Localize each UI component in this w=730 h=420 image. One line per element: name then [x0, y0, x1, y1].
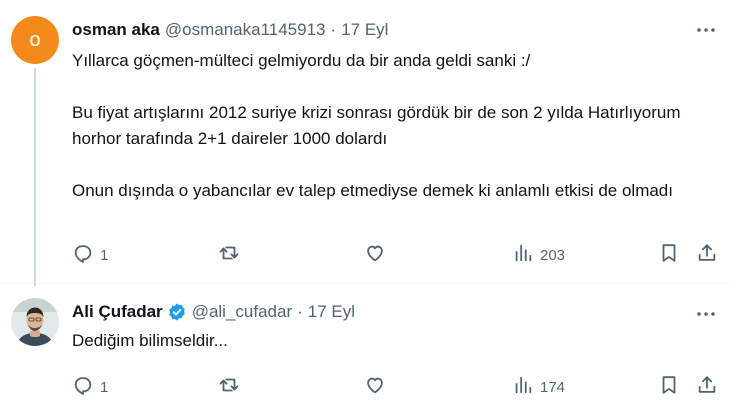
- views-icon: [512, 374, 534, 400]
- reply-button[interactable]: 1: [72, 243, 108, 267]
- tweet-header: Ali Çufadar @ali_cufadar · 17 Eyl: [72, 300, 680, 324]
- views-button[interactable]: 174: [512, 375, 565, 399]
- views-count: 203: [540, 246, 566, 264]
- tweet-header: osman aka @osmanaka1145913 · 17 Eyl: [72, 18, 680, 42]
- like-icon: [364, 374, 386, 400]
- separator: ·: [297, 302, 303, 321]
- like-button[interactable]: [364, 243, 386, 267]
- more-icon[interactable]: [694, 302, 718, 326]
- author-name[interactable]: Ali Çufadar: [72, 300, 163, 324]
- tweet-actions: 1 203: [72, 243, 718, 267]
- share-icon: [696, 374, 718, 400]
- verified-icon[interactable]: [167, 302, 187, 322]
- retweet-icon: [218, 374, 240, 400]
- tweet-paragraph: Onun dışında o yabancılar ev talep etmed…: [72, 181, 673, 200]
- share-button[interactable]: [696, 375, 718, 399]
- tweet-paragraph: Yıllarca göçmen-mülteci gelmiyordu da bi…: [72, 51, 531, 70]
- tweet-1[interactable]: o osman aka @osmanaka1145913 · 17 Eyl Yı…: [0, 0, 730, 286]
- retweet-icon: [218, 242, 240, 268]
- like-icon: [364, 242, 386, 268]
- bookmark-button[interactable]: [658, 243, 680, 267]
- reply-icon: [72, 374, 94, 400]
- bookmark-icon: [658, 242, 680, 268]
- reply-icon: [72, 242, 94, 268]
- views-count: 174: [540, 378, 566, 396]
- bookmark-button[interactable]: [658, 375, 680, 399]
- views-icon: [512, 242, 534, 268]
- author-name[interactable]: osman aka: [72, 18, 160, 42]
- thread-line: [34, 68, 36, 286]
- like-button[interactable]: [364, 375, 386, 399]
- separator: ·: [330, 20, 337, 39]
- bookmark-icon: [658, 374, 680, 400]
- tweet-date[interactable]: 17 Eyl: [308, 300, 355, 324]
- share-icon: [696, 242, 718, 268]
- author-handle[interactable]: @ali_cufadar: [192, 300, 292, 324]
- tweet-paragraph: Bu fiyat artışlarını 2012 suriye krizi s…: [72, 103, 681, 148]
- avatar-ali[interactable]: [11, 298, 59, 346]
- reply-count: 1: [100, 246, 109, 264]
- retweet-button[interactable]: [218, 375, 240, 399]
- retweet-button[interactable]: [218, 243, 240, 267]
- tweet-text: Dediğim bilimseldir...: [72, 328, 710, 354]
- tweet-date[interactable]: 17 Eyl: [341, 18, 388, 42]
- reply-count: 1: [100, 378, 109, 396]
- reply-button[interactable]: 1: [72, 375, 108, 399]
- views-button[interactable]: 203: [512, 243, 565, 267]
- tweet-paragraph: Dediğim bilimseldir...: [72, 331, 228, 350]
- avatar-osman[interactable]: o: [11, 16, 59, 64]
- author-handle[interactable]: @osmanaka1145913: [165, 18, 326, 42]
- tweet-text: Yıllarca göçmen-mülteci gelmiyordu da bi…: [72, 48, 710, 204]
- tweet-2[interactable]: Ali Çufadar @ali_cufadar · 17 Eyl Dediği…: [0, 284, 730, 420]
- tweet-actions: 1 174: [72, 375, 718, 399]
- share-button[interactable]: [696, 243, 718, 267]
- more-icon[interactable]: [694, 18, 718, 42]
